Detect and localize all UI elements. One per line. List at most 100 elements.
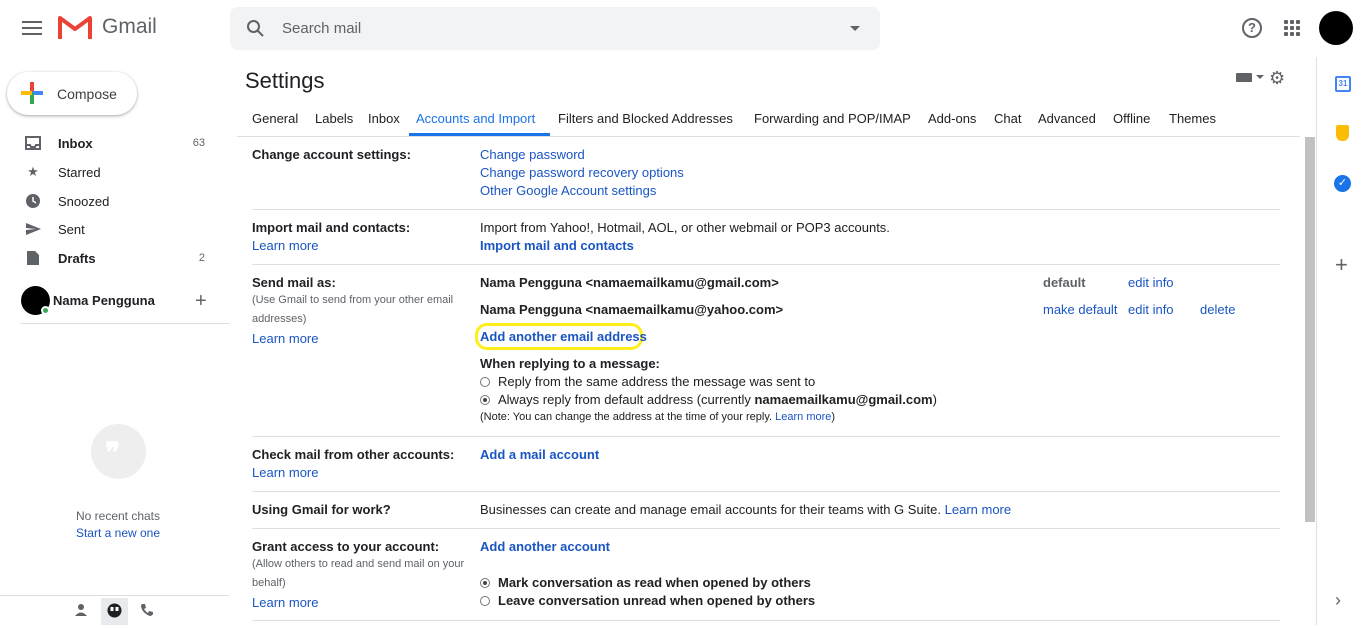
- import-description: Import from Yahoo!, Hotmail, AOL, or oth…: [480, 220, 890, 235]
- search-options-dropdown-icon[interactable]: [850, 26, 860, 31]
- online-status-dot: [41, 306, 50, 315]
- learn-more-link[interactable]: Learn more: [252, 238, 318, 253]
- send-as-address: Nama Pengguna <namaemailkamu@gmail.com>: [480, 275, 779, 290]
- sidebar-item-inbox[interactable]: Inbox 63: [0, 129, 222, 157]
- tab-general[interactable]: General: [252, 111, 298, 126]
- learn-more-link[interactable]: Learn more: [945, 502, 1011, 517]
- leave-unread-label: Leave conversation unread when opened by…: [498, 593, 816, 608]
- tab-themes[interactable]: Themes: [1169, 111, 1216, 126]
- compose-label: Compose: [57, 86, 117, 102]
- hangouts-icon: [107, 603, 122, 618]
- gear-icon[interactable]: ⚙: [1269, 68, 1285, 89]
- account-avatar[interactable]: [1319, 11, 1353, 45]
- sidebar-item-drafts[interactable]: Drafts 2: [0, 244, 222, 272]
- keep-icon[interactable]: [1336, 125, 1349, 141]
- check-mail-label: Check mail from other accounts:: [252, 447, 455, 462]
- tab-filters[interactable]: Filters and Blocked Addresses: [558, 111, 733, 126]
- tab-inbox[interactable]: Inbox: [368, 111, 400, 126]
- scrollbar-thumb[interactable]: [1305, 137, 1315, 522]
- person-icon[interactable]: [74, 603, 88, 617]
- leave-unread-radio[interactable]: [480, 596, 490, 606]
- divider: [1316, 57, 1317, 625]
- add-another-email-link[interactable]: Add another email address: [480, 329, 647, 344]
- gmail-logo[interactable]: Gmail: [58, 14, 157, 40]
- draft-icon: [24, 249, 42, 267]
- g-suite-description: Businesses can create and manage email a…: [480, 502, 1012, 517]
- learn-more-link[interactable]: Learn more: [252, 331, 318, 346]
- chevron-right-icon[interactable]: ›: [1335, 590, 1341, 611]
- learn-more-link[interactable]: Learn more: [252, 465, 318, 480]
- work-label: Using Gmail for work?: [252, 502, 391, 517]
- start-new-chat-link[interactable]: Start a new one: [0, 526, 236, 540]
- search-icon[interactable]: [246, 19, 265, 38]
- unread-count: 63: [192, 137, 205, 149]
- tab-add-ons[interactable]: Add-ons: [928, 111, 976, 126]
- sidebar-item-starred[interactable]: ★ Starred: [0, 158, 222, 186]
- divider: [237, 136, 1300, 137]
- keyboard-icon[interactable]: [1236, 73, 1252, 82]
- add-chat-icon[interactable]: +: [195, 290, 207, 313]
- search-input[interactable]: Search mail: [282, 20, 361, 37]
- divider: [20, 323, 230, 324]
- sidebar-item-sent[interactable]: Sent: [0, 215, 222, 243]
- compose-button[interactable]: Compose: [7, 72, 137, 115]
- send-as-description: (Use Gmail to send from your other email…: [252, 294, 454, 325]
- calendar-icon[interactable]: 31: [1335, 76, 1351, 92]
- tab-offline[interactable]: Offline: [1113, 111, 1150, 126]
- make-default-link[interactable]: make default: [1043, 302, 1117, 317]
- import-label: Import mail and contacts:: [252, 220, 411, 235]
- hangouts-tab[interactable]: [101, 598, 128, 625]
- divider: [252, 264, 1280, 265]
- profile-name[interactable]: Nama Pengguna: [53, 293, 155, 308]
- tab-chat[interactable]: Chat: [994, 111, 1021, 126]
- divider: [252, 620, 1280, 621]
- mark-read-radio[interactable]: [480, 578, 490, 588]
- help-icon[interactable]: ?: [1242, 18, 1262, 38]
- apps-grid-icon[interactable]: [1284, 20, 1300, 36]
- chevron-down-icon[interactable]: [1256, 75, 1264, 79]
- search-bar[interactable]: Search mail: [230, 7, 880, 50]
- sidebar-item-label: Drafts: [58, 250, 96, 266]
- reply-heading: When replying to a message:: [480, 356, 660, 371]
- edit-info-link[interactable]: edit info: [1128, 275, 1174, 290]
- main-menu-button[interactable]: [20, 18, 44, 40]
- import-mail-link[interactable]: Import mail and contacts: [480, 238, 634, 253]
- recovery-options-link[interactable]: Change password recovery options: [480, 165, 684, 180]
- send-icon: [24, 220, 42, 238]
- add-mail-account-link[interactable]: Add a mail account: [480, 447, 599, 462]
- draft-count: 2: [198, 252, 205, 264]
- google-account-settings-link[interactable]: Other Google Account settings: [480, 183, 656, 198]
- learn-more-link[interactable]: Learn more: [775, 411, 831, 423]
- gmail-m-icon: [58, 16, 92, 39]
- send-as-label: Send mail as:: [252, 275, 336, 290]
- page-title: Settings: [245, 68, 325, 93]
- reply-default-label: Always reply from default address (curre…: [498, 392, 937, 407]
- phone-icon[interactable]: [140, 603, 154, 617]
- tab-labels[interactable]: Labels: [315, 111, 353, 126]
- tab-forwarding[interactable]: Forwarding and POP/IMAP: [754, 111, 911, 126]
- default-badge: default: [1043, 275, 1086, 290]
- add-another-account-link[interactable]: Add another account: [480, 539, 610, 554]
- divider: [252, 436, 1280, 437]
- sidebar-item-label: Sent: [58, 221, 85, 237]
- delete-link[interactable]: delete: [1200, 302, 1235, 317]
- clock-icon: [24, 192, 42, 210]
- grant-access-label: Grant access to your account:: [252, 539, 440, 554]
- divider: [252, 491, 1280, 492]
- app-name: Gmail: [102, 15, 157, 38]
- edit-info-link[interactable]: edit info: [1128, 302, 1174, 317]
- learn-more-link[interactable]: Learn more: [252, 595, 318, 610]
- reply-default-radio[interactable]: [480, 395, 490, 405]
- send-as-address: Nama Pengguna <namaemailkamu@yahoo.com>: [480, 302, 784, 317]
- star-icon: ★: [27, 164, 39, 179]
- tab-advanced[interactable]: Advanced: [1038, 111, 1096, 126]
- tab-accounts-and-import[interactable]: Accounts and Import: [416, 111, 535, 126]
- reply-same-radio[interactable]: [480, 377, 490, 387]
- change-password-link[interactable]: Change password: [480, 147, 585, 162]
- inbox-icon: [24, 134, 42, 152]
- sidebar-item-snoozed[interactable]: Snoozed: [0, 187, 222, 215]
- tasks-icon[interactable]: ✓: [1334, 175, 1351, 192]
- add-addon-icon[interactable]: +: [1335, 252, 1348, 278]
- reply-same-label: Reply from the same address the message …: [498, 374, 816, 389]
- divider: [252, 209, 1280, 210]
